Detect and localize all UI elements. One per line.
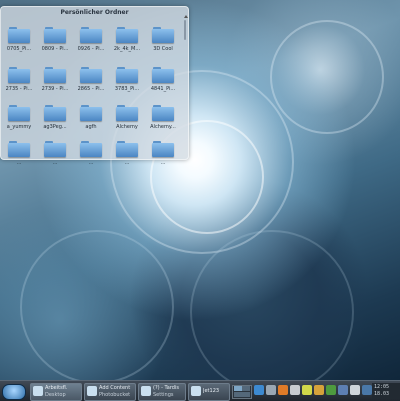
bluetooth-icon[interactable] (338, 385, 348, 395)
folder-icon (8, 141, 30, 157)
folder-item[interactable]: 3783_Pi... (109, 67, 145, 97)
pager-desktop-3[interactable] (234, 392, 242, 397)
folder-icon (152, 105, 174, 121)
taskbar-task-desktop[interactable]: Arbeitsfl. Desktop (30, 383, 82, 401)
scrollbar-track[interactable] (184, 20, 186, 40)
folder-item[interactable]: agfh (73, 105, 109, 135)
folder-icon (152, 141, 174, 157)
folder-item[interactable]: 2865 - Pi... (73, 67, 109, 97)
folder-icon (116, 141, 138, 157)
scroll-up-icon[interactable] (184, 15, 188, 18)
folder-item[interactable]: 0809 - Pi... (37, 27, 73, 57)
folder-icon (8, 27, 30, 43)
taskbar-task-add-content[interactable]: Add Content Photobucket (84, 383, 136, 401)
folder-icon (152, 67, 174, 83)
volume-icon[interactable] (350, 385, 360, 395)
folder-item[interactable]: 0705_Pi... (1, 27, 37, 57)
device-icon[interactable] (266, 385, 276, 395)
folder-item[interactable]: Alchemy... (145, 105, 181, 135)
folder-item[interactable]: a_yummy (1, 105, 37, 135)
folder-icon (80, 67, 102, 83)
folder-icon (80, 105, 102, 121)
folder-item[interactable]: 0926 - Pi... (73, 27, 109, 57)
pager-desktop-2[interactable] (242, 386, 250, 391)
folder-view-scrollbar[interactable] (184, 15, 188, 45)
folder-icon (44, 67, 66, 83)
notes-icon[interactable] (302, 385, 312, 395)
tray-app-icon[interactable] (362, 385, 372, 395)
folder-item[interactable]: Alchemy (109, 105, 145, 135)
folder-item[interactable]: ... (109, 141, 145, 171)
firefox-icon[interactable] (278, 385, 288, 395)
folder-view-title: Persönlicher Ordner (60, 9, 129, 16)
folder-item[interactable]: ... (145, 141, 181, 171)
folder-icon (152, 27, 174, 43)
folder-item[interactable]: ag3Peg... (37, 105, 73, 135)
folder-view-widget[interactable]: Persönlicher Ordner 0705_Pi... 0809 - Pi… (0, 6, 189, 166)
wallpaper-swirl (190, 230, 354, 394)
folder-icon (44, 27, 66, 43)
folder-item[interactable]: ... (73, 141, 109, 171)
folder-icon (116, 105, 138, 121)
application-icon (191, 386, 201, 396)
folder-item[interactable]: 3D Cool (145, 27, 181, 57)
taskbar-task-settings[interactable]: (?) - Tardis Settings (138, 383, 186, 401)
folder-item[interactable]: 2735 - Pi... (1, 67, 37, 97)
network-icon[interactable] (254, 385, 264, 395)
taskbar-task-app[interactable]: Jet123 (188, 383, 230, 401)
folder-item[interactable]: 4841_Pi... (145, 67, 181, 97)
package-icon[interactable] (314, 385, 324, 395)
folder-icon (8, 67, 30, 83)
pager-desktop-4[interactable] (242, 392, 250, 397)
window-icon (33, 386, 43, 396)
wallpaper-swirl (270, 20, 384, 134)
clock[interactable]: 12:05 18.03 (372, 383, 400, 399)
folder-icon (8, 105, 30, 121)
folder-icon (80, 27, 102, 43)
pager-desktop-1[interactable] (234, 386, 242, 391)
wallpaper-swirl (20, 230, 174, 384)
folder-item[interactable]: ... (37, 141, 73, 171)
update-icon[interactable] (326, 385, 336, 395)
desktop-pager[interactable] (232, 385, 252, 399)
application-launcher-button[interactable] (2, 384, 26, 400)
folder-icon (116, 27, 138, 43)
clipboard-icon[interactable] (290, 385, 300, 395)
folder-item[interactable]: ... (1, 141, 37, 171)
folder-icon (80, 141, 102, 157)
browser-icon (87, 386, 97, 396)
folder-item[interactable]: 2k_4k_M... (109, 27, 145, 57)
settings-icon (141, 386, 151, 396)
folder-icon (44, 105, 66, 121)
folder-icon (44, 141, 66, 157)
folder-item[interactable]: 2739 - Pi... (37, 67, 73, 97)
folder-icon (116, 67, 138, 83)
taskbar: Arbeitsfl. Desktop Add Content Photobuck… (0, 380, 400, 401)
